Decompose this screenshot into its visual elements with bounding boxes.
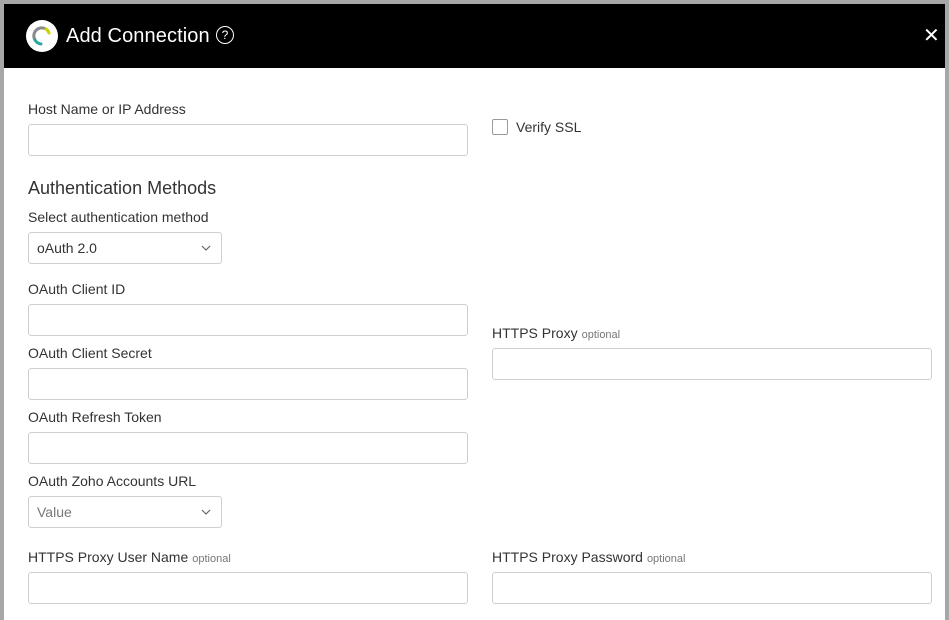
oauth-zoho-url-select[interactable]: Value [28, 496, 222, 528]
chevron-down-icon [201, 245, 211, 251]
help-icon[interactable]: ? [216, 26, 234, 44]
oauth-client-secret-label: OAuth Client Secret [28, 345, 152, 361]
oauth-refresh-token-input[interactable] [28, 432, 468, 464]
optional-tag: optional [646, 553, 686, 565]
verify-ssl-checkbox[interactable] [492, 119, 508, 135]
https-proxy-password-label-text: HTTPS Proxy Password [492, 549, 643, 565]
optional-tag: optional [192, 553, 231, 565]
auth-method-select[interactable]: oAuth 2.0 [28, 232, 222, 264]
auth-method-label: Select authentication method [28, 209, 209, 225]
close-icon[interactable]: ✕ [923, 24, 940, 48]
verify-ssl-label: Verify SSL [516, 119, 582, 135]
https-proxy-user-label-text: HTTPS Proxy User Name [28, 549, 189, 565]
oauth-zoho-url-label: OAuth Zoho Accounts URL [28, 473, 197, 489]
https-proxy-label: HTTPS Proxy optional [492, 324, 620, 344]
chevron-down-icon [201, 509, 211, 515]
oauth-client-id-input[interactable] [28, 304, 468, 336]
add-connection-dialog: Add Connection ? ✕ Host Name or IP Addre… [4, 4, 945, 620]
dialog-header: Add Connection ? ✕ [4, 4, 945, 68]
https-proxy-password-input[interactable] [492, 572, 932, 604]
auth-section-title: Authentication Methods [28, 178, 217, 198]
https-proxy-user-input[interactable] [28, 572, 468, 604]
host-input[interactable] [28, 124, 468, 156]
app-logo-icon [26, 20, 58, 52]
oauth-refresh-token-label: OAuth Refresh Token [28, 409, 162, 425]
dialog-title: Add Connection [66, 25, 210, 47]
auth-method-value: oAuth 2.0 [37, 240, 97, 256]
oauth-client-id-label: OAuth Client ID [28, 281, 126, 297]
optional-tag: optional [581, 329, 621, 341]
https-proxy-label-text: HTTPS Proxy [492, 325, 578, 341]
https-proxy-input[interactable] [492, 348, 932, 380]
host-label: Host Name or IP Address [28, 101, 186, 117]
https-proxy-user-label: HTTPS Proxy User Name optional [28, 548, 231, 568]
oauth-zoho-url-placeholder: Value [37, 504, 72, 520]
https-proxy-password-label: HTTPS Proxy Password optional [492, 548, 685, 568]
oauth-client-secret-input[interactable] [28, 368, 468, 400]
